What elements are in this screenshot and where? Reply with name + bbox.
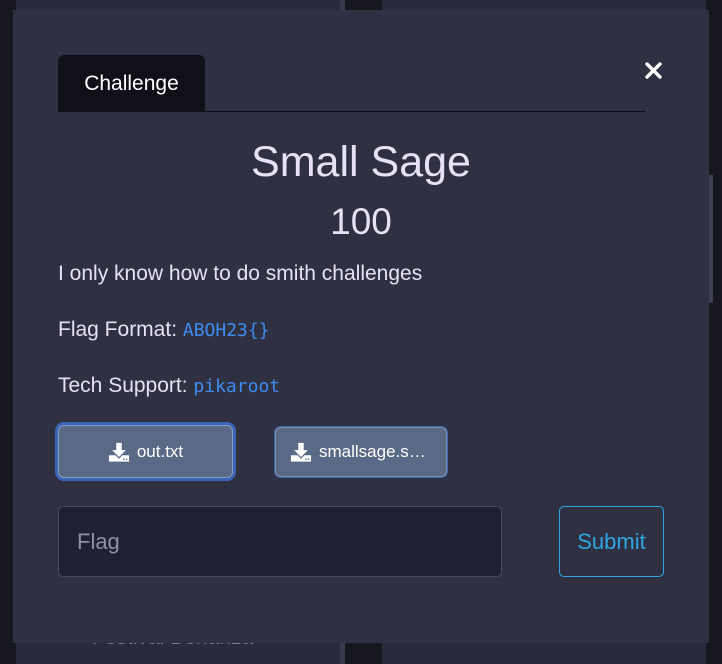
modal-tab-bar: Challenge <box>58 55 645 112</box>
download-icon <box>290 442 312 462</box>
file-name: smallsage.s… <box>319 442 426 461</box>
challenge-description: I only know how to do smith challenges <box>58 262 423 285</box>
background-card-edge <box>709 175 713 303</box>
flag-format-line: Flag Format: ABOH23{} <box>58 316 270 345</box>
download-out-txt-button[interactable]: out.txt <box>58 425 233 478</box>
tech-support-line: Tech Support: pikaroot <box>58 372 280 401</box>
challenge-modal: Challenge Small Sage 100 I only know how… <box>13 10 709 643</box>
tech-support-value: pikaroot <box>193 376 281 397</box>
tech-support-label: Tech Support: <box>58 374 194 397</box>
tab-challenge[interactable]: Challenge <box>58 55 205 112</box>
flag-input[interactable] <box>58 506 502 577</box>
file-name: out.txt <box>136 441 184 461</box>
close-icon <box>645 62 662 79</box>
download-smallsage-button[interactable]: smallsage.s… <box>275 427 447 477</box>
close-button[interactable] <box>643 58 665 82</box>
flag-format-label: Flag Format: <box>58 318 183 341</box>
flag-format-value: ABOH23{} <box>182 320 270 341</box>
submit-button[interactable]: Submit <box>559 506 664 577</box>
challenge-title: Small Sage <box>251 138 471 186</box>
download-icon <box>108 442 129 462</box>
challenge-points: 100 <box>330 201 392 242</box>
